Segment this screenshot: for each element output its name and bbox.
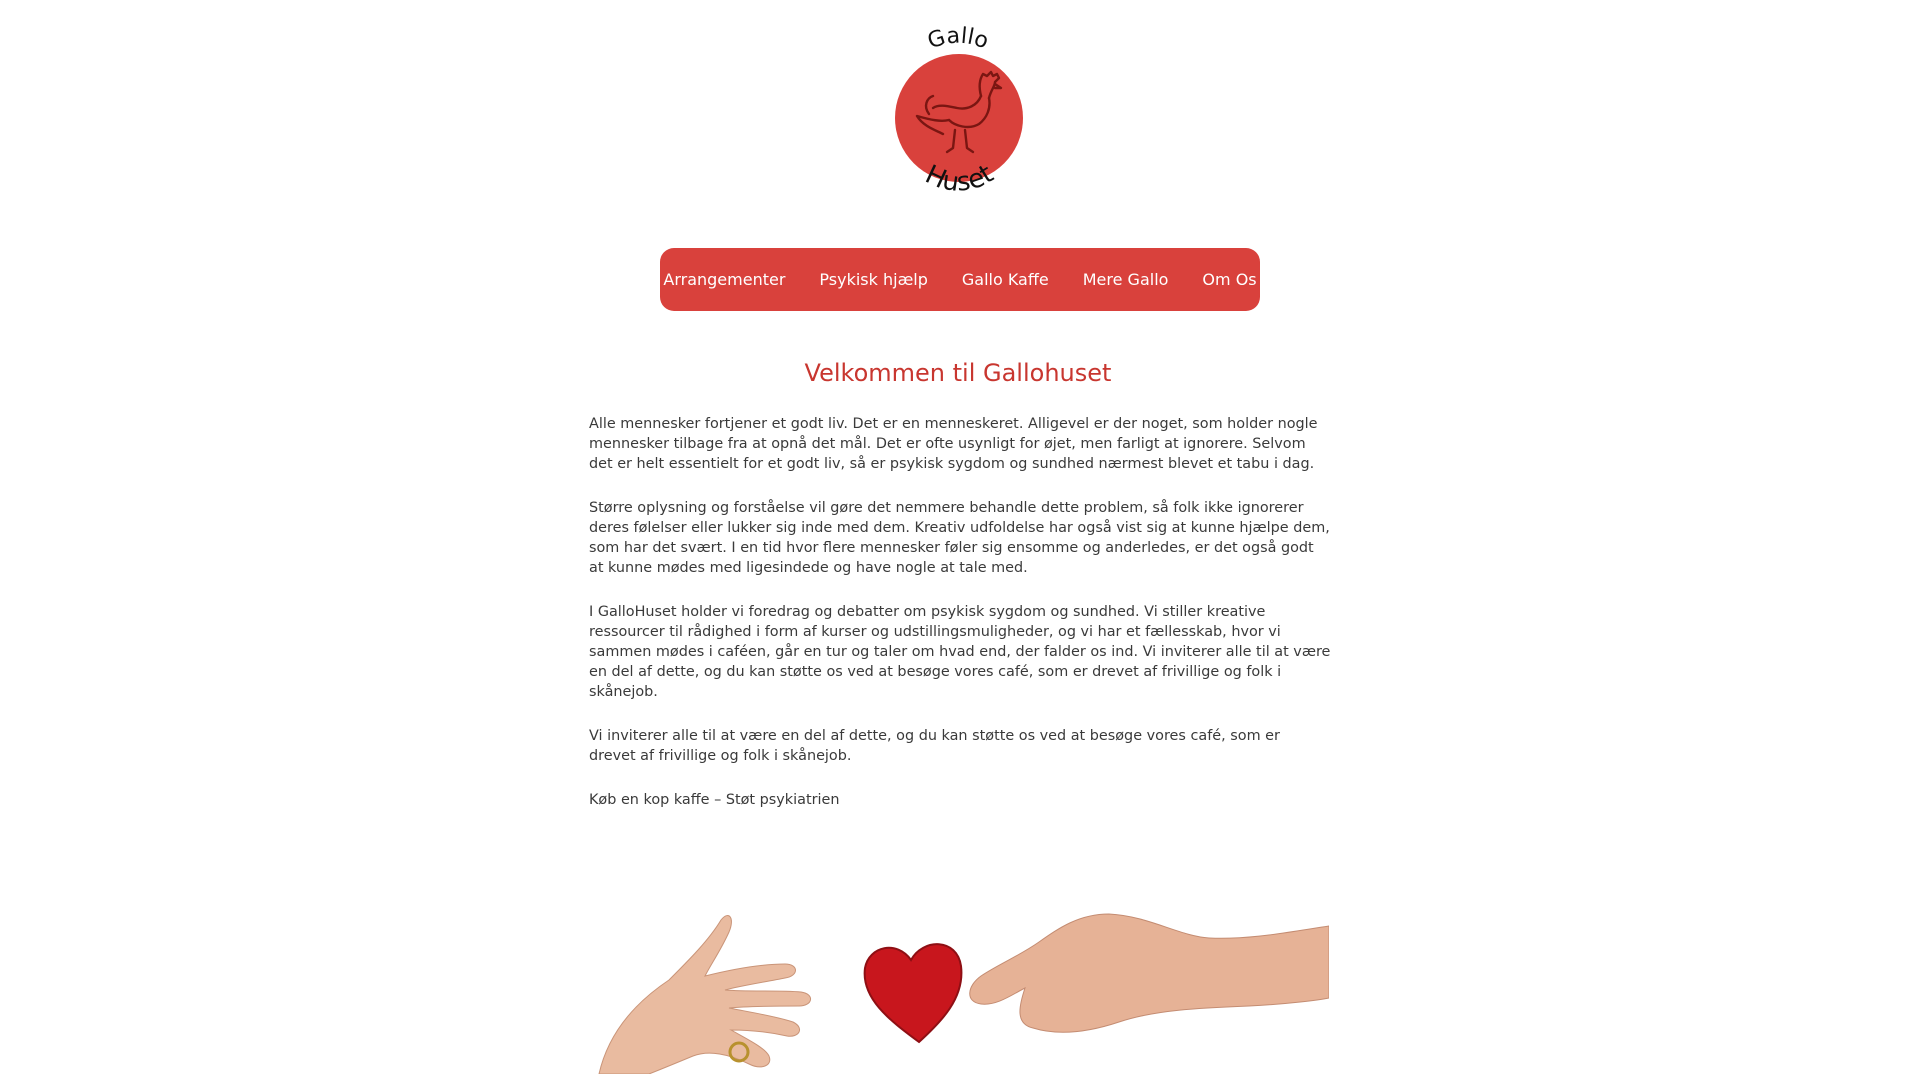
nav-item-psykisk-hjaelp[interactable]: Psykisk hjælp	[802, 270, 944, 289]
nav-item-om-os[interactable]: Om Os	[1185, 270, 1273, 289]
invitation-paragraph: Vi inviterer alle til at være en del af …	[589, 728, 1280, 764]
tagline: Køb en kop kaffe – Støt psykiatrien	[589, 792, 840, 808]
main-navigation: Arrangementer Psykisk hjælp Gallo Kaffe …	[660, 248, 1260, 311]
intro-paragraph: Alle mennesker fortjener et godt liv. De…	[589, 416, 1318, 472]
activities-paragraph: I GalloHuset holder vi foredrag og debat…	[589, 604, 1331, 700]
logo-text-top: Gallo	[925, 26, 992, 54]
nav-item-mere-gallo[interactable]: Mere Gallo	[1066, 270, 1186, 289]
awareness-paragraph: Større oplysning og forståelse vil gøre …	[589, 500, 1330, 576]
page: Gallo Huset Arrangementer Psykisk hjælp …	[0, 0, 1914, 1074]
rooster-icon: Gallo Huset	[895, 26, 1023, 198]
nav-item-arrangementer[interactable]: Arrangementer	[646, 270, 802, 289]
gallohuset-logo[interactable]: Gallo Huset	[883, 26, 1033, 206]
main-content: Alle mennesker fortjener et godt liv. De…	[589, 414, 1331, 810]
nav-item-gallo-kaffe[interactable]: Gallo Kaffe	[945, 270, 1066, 289]
hands-giving-heart-icon	[598, 913, 1329, 1074]
page-title: Velkommen til Gallohuset	[804, 359, 1112, 387]
svg-text:Gallo: Gallo	[925, 26, 992, 54]
hands-giving-heart-image	[589, 880, 1329, 1074]
